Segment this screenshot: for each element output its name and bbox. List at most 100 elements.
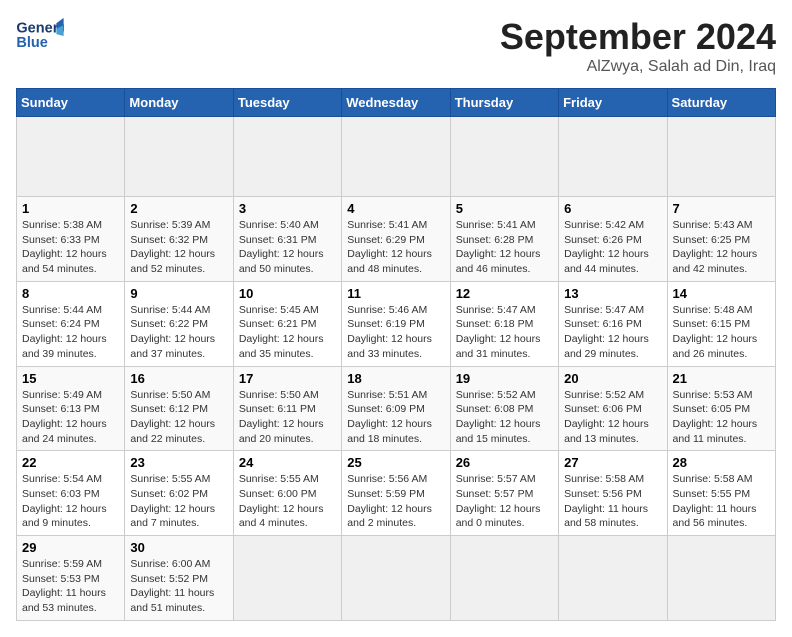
- calendar-cell: 8Sunrise: 5:44 AMSunset: 6:24 PMDaylight…: [17, 281, 125, 366]
- day-number: 17: [239, 371, 336, 386]
- calendar-week-row: 29Sunrise: 5:59 AMSunset: 5:53 PMDayligh…: [17, 536, 776, 621]
- calendar-cell: 5Sunrise: 5:41 AMSunset: 6:28 PMDaylight…: [450, 197, 558, 282]
- day-info: Sunrise: 5:50 AMSunset: 6:12 PMDaylight:…: [130, 388, 227, 447]
- calendar-week-row: [17, 117, 776, 197]
- day-info: Sunrise: 5:49 AMSunset: 6:13 PMDaylight:…: [22, 388, 119, 447]
- col-sunday: Sunday: [17, 89, 125, 117]
- day-info: Sunrise: 5:57 AMSunset: 5:57 PMDaylight:…: [456, 472, 553, 531]
- day-number: 18: [347, 371, 444, 386]
- day-info: Sunrise: 5:42 AMSunset: 6:26 PMDaylight:…: [564, 218, 661, 277]
- day-info: Sunrise: 5:58 AMSunset: 5:56 PMDaylight:…: [564, 472, 661, 531]
- col-thursday: Thursday: [450, 89, 558, 117]
- calendar-cell: 10 Sunrise: 5:45 AMSunset: 6:21 PMDayligh…: [233, 281, 341, 366]
- location: AlZwya, Salah ad Din, Iraq: [500, 58, 776, 76]
- day-info: Sunrise: 5:38 AMSunset: 6:33 PMDaylight:…: [22, 218, 119, 277]
- day-number: 12: [456, 286, 553, 301]
- day-info: Sunrise: 5:46 AMSunset: 6:19 PMDaylight:…: [347, 303, 444, 362]
- day-number: 27: [564, 455, 661, 470]
- title-area: September 2024 AlZwya, Salah ad Din, Ira…: [500, 16, 776, 76]
- day-info: Sunrise: 5:52 AMSunset: 6:08 PMDaylight:…: [456, 388, 553, 447]
- day-number: 22: [22, 455, 119, 470]
- day-info: Sunrise: 5:43 AMSunset: 6:25 PMDaylight:…: [673, 218, 770, 277]
- day-info: Sunrise: 6:00 AMSunset: 5:52 PMDaylight:…: [130, 557, 227, 616]
- day-number: 11: [347, 286, 444, 301]
- calendar-cell: 2 Sunrise: 5:39 AMSunset: 6:32 PMDaylight…: [125, 197, 233, 282]
- calendar-cell: 23Sunrise: 5:55 AMSunset: 6:02 PMDayligh…: [125, 451, 233, 536]
- calendar-table: Sunday Monday Tuesday Wednesday Thursday…: [16, 88, 776, 621]
- day-number: 1: [22, 201, 119, 216]
- page-header: General Blue September 2024 AlZwya, Sala…: [16, 16, 776, 76]
- calendar-body: 1 Sunrise: 5:38 AMSunset: 6:33 PMDaylight…: [17, 117, 776, 621]
- logo: General Blue: [16, 16, 68, 56]
- calendar-cell: [667, 117, 775, 197]
- col-wednesday: Wednesday: [342, 89, 450, 117]
- calendar-cell: 9Sunrise: 5:44 AMSunset: 6:22 PMDaylight…: [125, 281, 233, 366]
- calendar-cell: [450, 117, 558, 197]
- calendar-cell: 29Sunrise: 5:59 AMSunset: 5:53 PMDayligh…: [17, 536, 125, 621]
- day-number: 14: [673, 286, 770, 301]
- calendar-cell: [233, 117, 341, 197]
- day-info: Sunrise: 5:39 AMSunset: 6:32 PMDaylight:…: [130, 218, 227, 277]
- day-info: Sunrise: 5:47 AMSunset: 6:18 PMDaylight:…: [456, 303, 553, 362]
- calendar-cell: [667, 536, 775, 621]
- calendar-cell: 1 Sunrise: 5:38 AMSunset: 6:33 PMDaylight…: [17, 197, 125, 282]
- day-number: 16: [130, 371, 227, 386]
- day-info: Sunrise: 5:50 AMSunset: 6:11 PMDaylight:…: [239, 388, 336, 447]
- day-info: Sunrise: 5:53 AMSunset: 6:05 PMDaylight:…: [673, 388, 770, 447]
- day-number: 19: [456, 371, 553, 386]
- day-number: 5: [456, 201, 553, 216]
- day-number: 15: [22, 371, 119, 386]
- day-info: Sunrise: 5:44 AMSunset: 6:24 PMDaylight:…: [22, 303, 119, 362]
- calendar-week-row: 1 Sunrise: 5:38 AMSunset: 6:33 PMDaylight…: [17, 197, 776, 282]
- calendar-cell: 16 Sunrise: 5:50 AMSunset: 6:12 PMDayligh…: [125, 366, 233, 451]
- day-info: Sunrise: 5:45 AMSunset: 6:21 PMDaylight:…: [239, 303, 336, 362]
- day-info: Sunrise: 5:41 AMSunset: 6:29 PMDaylight:…: [347, 218, 444, 277]
- calendar-cell: 18 Sunrise: 5:51 AMSunset: 6:09 PMDayligh…: [342, 366, 450, 451]
- calendar-cell: [342, 536, 450, 621]
- day-number: 10: [239, 286, 336, 301]
- calendar-cell: 21Sunrise: 5:53 AMSunset: 6:05 PMDayligh…: [667, 366, 775, 451]
- day-number: 29: [22, 540, 119, 555]
- day-number: 3: [239, 201, 336, 216]
- day-info: Sunrise: 5:48 AMSunset: 6:15 PMDaylight:…: [673, 303, 770, 362]
- day-number: 20: [564, 371, 661, 386]
- calendar-cell: 22 Sunrise: 5:54 AMSunset: 6:03 PMDayligh…: [17, 451, 125, 536]
- calendar-cell: 30 Sunrise: 6:00 AMSunset: 5:52 PMDayligh…: [125, 536, 233, 621]
- calendar-cell: 14 Sunrise: 5:48 AMSunset: 6:15 PMDayligh…: [667, 281, 775, 366]
- calendar-cell: 7 Sunrise: 5:43 AMSunset: 6:25 PMDaylight…: [667, 197, 775, 282]
- col-friday: Friday: [559, 89, 667, 117]
- day-number: 26: [456, 455, 553, 470]
- calendar-cell: 15 Sunrise: 5:49 AMSunset: 6:13 PMDayligh…: [17, 366, 125, 451]
- day-info: Sunrise: 5:52 AMSunset: 6:06 PMDaylight:…: [564, 388, 661, 447]
- day-number: 30: [130, 540, 227, 555]
- day-number: 4: [347, 201, 444, 216]
- calendar-cell: 28Sunrise: 5:58 AMSunset: 5:55 PMDayligh…: [667, 451, 775, 536]
- day-number: 13: [564, 286, 661, 301]
- calendar-cell: [17, 117, 125, 197]
- calendar-cell: 12 Sunrise: 5:47 AMSunset: 6:18 PMDayligh…: [450, 281, 558, 366]
- day-info: Sunrise: 5:51 AMSunset: 6:09 PMDaylight:…: [347, 388, 444, 447]
- day-info: Sunrise: 5:47 AMSunset: 6:16 PMDaylight:…: [564, 303, 661, 362]
- day-number: 6: [564, 201, 661, 216]
- calendar-cell: 6 Sunrise: 5:42 AMSunset: 6:26 PMDaylight…: [559, 197, 667, 282]
- calendar-cell: 17 Sunrise: 5:50 AMSunset: 6:11 PMDayligh…: [233, 366, 341, 451]
- day-number: 23: [130, 455, 227, 470]
- calendar-cell: 13 Sunrise: 5:47 AMSunset: 6:16 PMDayligh…: [559, 281, 667, 366]
- day-info: Sunrise: 5:54 AMSunset: 6:03 PMDaylight:…: [22, 472, 119, 531]
- col-tuesday: Tuesday: [233, 89, 341, 117]
- calendar-cell: 26 Sunrise: 5:57 AMSunset: 5:57 PMDayligh…: [450, 451, 558, 536]
- calendar-cell: [559, 117, 667, 197]
- calendar-cell: 24Sunrise: 5:55 AMSunset: 6:00 PMDayligh…: [233, 451, 341, 536]
- calendar-week-row: 22 Sunrise: 5:54 AMSunset: 6:03 PMDayligh…: [17, 451, 776, 536]
- svg-text:Blue: Blue: [16, 35, 48, 51]
- day-info: Sunrise: 5:55 AMSunset: 6:00 PMDaylight:…: [239, 472, 336, 531]
- calendar-cell: 20 Sunrise: 5:52 AMSunset: 6:06 PMDayligh…: [559, 366, 667, 451]
- day-number: 2: [130, 201, 227, 216]
- calendar-cell: 25Sunrise: 5:56 AMSunset: 5:59 PMDayligh…: [342, 451, 450, 536]
- day-number: 9: [130, 286, 227, 301]
- col-saturday: Saturday: [667, 89, 775, 117]
- calendar-cell: 4 Sunrise: 5:41 AMSunset: 6:29 PMDaylight…: [342, 197, 450, 282]
- day-number: 7: [673, 201, 770, 216]
- calendar-cell: [342, 117, 450, 197]
- calendar-cell: 19 Sunrise: 5:52 AMSunset: 6:08 PMDayligh…: [450, 366, 558, 451]
